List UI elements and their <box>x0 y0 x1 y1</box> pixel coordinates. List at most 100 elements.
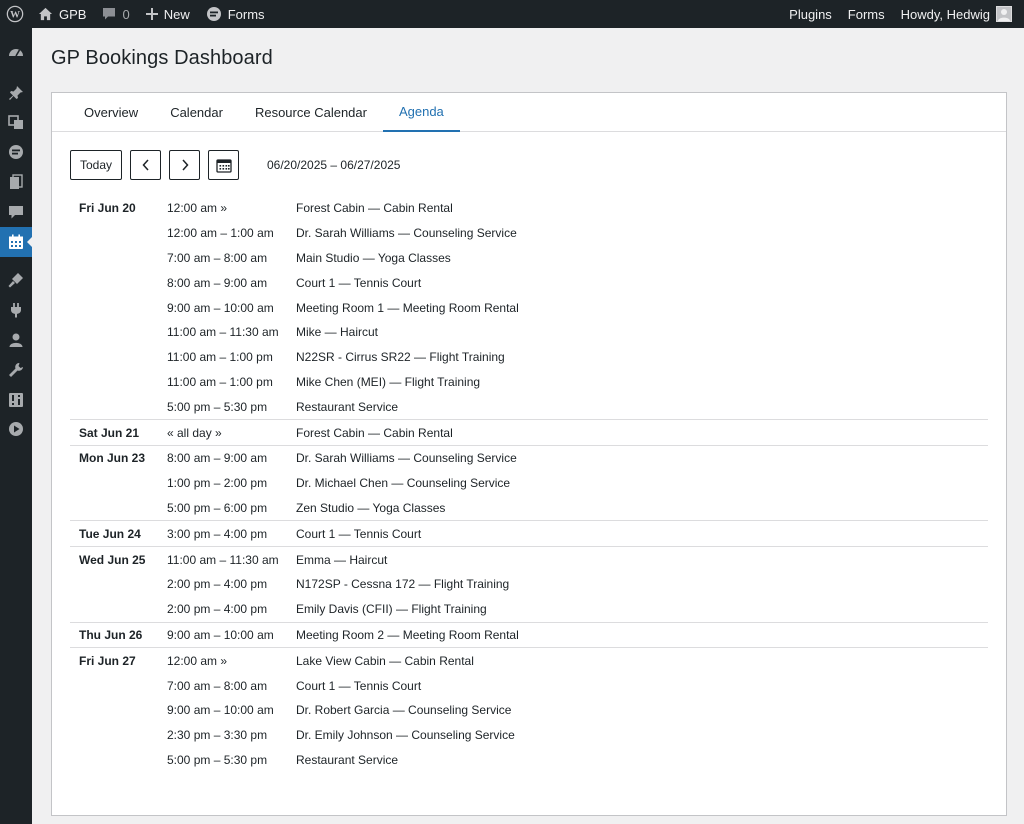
agenda-day-label: Fri Jun 27 <box>79 653 136 668</box>
admin-side-menu <box>0 28 33 824</box>
agenda-day-label: Sat Jun 21 <box>79 425 140 440</box>
agenda-event-row[interactable]: Sat Jun 21 « all day » Forest Cabin — Cabi… <box>70 420 988 445</box>
site-name-link[interactable]: GPB <box>30 0 94 28</box>
tab-agenda[interactable]: Agenda <box>382 93 460 132</box>
agenda-event-title[interactable]: Dr. Emily Johnson — Counseling Service <box>296 728 988 742</box>
play-icon[interactable] <box>8 421 24 437</box>
agenda-event-title[interactable]: Zen Studio — Yoga Classes <box>296 501 988 515</box>
agenda-event-row[interactable]: 2:30 pm – 3:30 pm Dr. Emily Johnson — Cou… <box>70 723 988 748</box>
forms-icon[interactable] <box>8 144 24 160</box>
appearance-icon[interactable] <box>8 272 24 288</box>
agenda-event-time: 9:00 am – 10:00 am <box>167 703 274 718</box>
agenda-event-title[interactable]: Meeting Room 2 — Meeting Room Rental <box>296 628 988 642</box>
agenda-day-label: Fri Jun 20 <box>79 201 136 216</box>
agenda-event-title[interactable]: Dr. Robert Garcia — Counseling Service <box>296 703 988 717</box>
agenda-event-row[interactable]: 1:00 pm – 2:00 pm Dr. Michael Chen — Coun… <box>70 471 988 496</box>
plugins-link[interactable]: Plugins <box>781 0 840 28</box>
agenda-event-title[interactable]: Mike — Haircut <box>296 325 988 339</box>
agenda-event-title[interactable]: Restaurant Service <box>296 753 988 767</box>
agenda-event-title[interactable]: Forest Cabin — Cabin Rental <box>296 201 988 215</box>
agenda-event-title[interactable]: N172SP - Cessna 172 — Flight Training <box>296 577 988 591</box>
agenda-day-group: Fri Jun 20 12:00 am » Forest Cabin — Cabin… <box>70 196 988 421</box>
comments-link[interactable]: 0 <box>94 0 137 28</box>
forms-label: Forms <box>227 6 265 22</box>
user-account-menu[interactable]: Howdy, Hedwig <box>893 0 1020 28</box>
agenda-event-row[interactable]: 7:00 am – 8:00 am Court 1 — Tennis Court <box>70 673 988 698</box>
agenda-event-row[interactable]: Fri Jun 20 12:00 am » Forest Cabin — Cabin… <box>70 196 988 221</box>
tools-icon[interactable] <box>8 362 24 378</box>
agenda-event-title[interactable]: Mike Chen (MEI) — Flight Training <box>296 375 988 389</box>
agenda-day-label: Mon Jun 23 <box>79 451 146 466</box>
agenda-event-row[interactable]: 11:00 am – 1:00 pm N22SR - Cirrus SR22 — … <box>70 345 988 370</box>
bookings-calendar-icon[interactable] <box>8 234 24 250</box>
agenda-event-row[interactable]: 11:00 am – 1:00 pm Mike Chen (MEI) — Flig… <box>70 370 988 395</box>
agenda-event-row[interactable]: 8:00 am – 9:00 am Court 1 — Tennis Court <box>70 270 988 295</box>
agenda-event-title[interactable]: Court 1 — Tennis Court <box>296 679 988 693</box>
agenda-event-title[interactable]: Dr. Sarah Williams — Counseling Service <box>296 226 988 240</box>
agenda-day-group: Tue Jun 24 3:00 pm – 4:00 pm Court 1 — Ten… <box>70 521 988 548</box>
tab-overview[interactable]: Overview <box>68 93 154 132</box>
agenda-event-row[interactable]: Fri Jun 27 12:00 am » Lake View Cabin — Ca… <box>70 648 988 673</box>
agenda-event-title[interactable]: Court 1 — Tennis Court <box>296 527 988 541</box>
agenda-event-title[interactable]: N22SR - Cirrus SR22 — Flight Training <box>296 350 988 364</box>
agenda-event-row[interactable]: Tue Jun 24 3:00 pm – 4:00 pm Court 1 — Ten… <box>70 521 988 546</box>
tab-resource-calendar[interactable]: Resource Calendar <box>239 93 383 132</box>
agenda-event-time: 11:00 am – 11:30 am <box>167 325 279 340</box>
agenda-event-title[interactable]: Court 1 — Tennis Court <box>296 276 988 290</box>
avatar <box>996 6 1012 22</box>
new-label: New <box>163 6 190 22</box>
agenda-day-label: Thu Jun 26 <box>79 627 143 642</box>
previous-week-button[interactable] <box>130 150 161 180</box>
comment-bubble-icon <box>103 8 116 20</box>
dashboard-icon[interactable] <box>8 44 24 60</box>
tab-calendar[interactable]: Calendar <box>154 93 239 132</box>
agenda-event-row[interactable]: Mon Jun 23 8:00 am – 9:00 am Dr. Sarah Wil… <box>70 446 988 471</box>
pin-icon[interactable] <box>8 85 24 101</box>
wordpress-logo-icon[interactable]: W <box>0 0 30 28</box>
agenda-event-row[interactable]: Thu Jun 26 9:00 am – 10:00 am Meeting Room… <box>70 623 988 648</box>
media-icon[interactable] <box>8 114 24 130</box>
agenda-event-row[interactable]: 9:00 am – 10:00 am Dr. Robert Garcia — Co… <box>70 698 988 723</box>
today-button[interactable]: Today <box>70 150 122 180</box>
agenda-event-title[interactable]: Forest Cabin — Cabin Rental <box>296 426 988 440</box>
agenda-event-time: 11:00 am – 1:00 pm <box>167 350 273 365</box>
forms-link[interactable]: Forms <box>198 0 273 28</box>
settings-icon[interactable] <box>8 392 24 408</box>
agenda-event-title[interactable]: Emma — Haircut <box>296 553 988 567</box>
agenda-event-time: 3:00 pm – 4:00 pm <box>167 526 268 541</box>
agenda-event-time: « all day » <box>167 425 222 440</box>
agenda-event-row[interactable]: 11:00 am – 11:30 am Mike — Haircut <box>70 320 988 345</box>
agenda-event-title[interactable]: Restaurant Service <box>296 400 988 414</box>
agenda-day-group: Mon Jun 23 8:00 am – 9:00 am Dr. Sarah Wil… <box>70 446 988 522</box>
agenda-day-group: Thu Jun 26 9:00 am – 10:00 am Meeting Room… <box>70 623 988 649</box>
agenda-event-row[interactable]: 5:00 pm – 5:30 pm Restaurant Service <box>70 748 988 773</box>
agenda-event-title[interactable]: Dr. Michael Chen — Counseling Service <box>296 476 988 490</box>
date-picker-button[interactable] <box>208 150 239 180</box>
agenda-event-time: 5:00 pm – 5:30 pm <box>167 752 268 767</box>
agenda-event-row[interactable]: 5:00 pm – 5:30 pm Restaurant Service <box>70 394 988 419</box>
next-week-button[interactable] <box>169 150 200 180</box>
agenda-event-row[interactable]: 2:00 pm – 4:00 pm N172SP - Cessna 172 — F… <box>70 572 988 597</box>
agenda-event-title[interactable]: Main Studio — Yoga Classes <box>296 251 988 265</box>
agenda-event-title[interactable]: Lake View Cabin — Cabin Rental <box>296 654 988 668</box>
page-title: GP Bookings Dashboard <box>51 47 273 69</box>
forms-right-link[interactable]: Forms <box>840 0 893 28</box>
agenda-event-time: 2:30 pm – 3:30 pm <box>167 728 268 743</box>
plugins-icon[interactable] <box>8 302 24 318</box>
pages-icon[interactable] <box>8 174 24 190</box>
agenda-event-row[interactable]: Wed Jun 25 11:00 am – 11:30 am Emma — Hair… <box>70 547 988 572</box>
agenda-event-row[interactable]: 12:00 am – 1:00 am Dr. Sarah Williams — C… <box>70 221 988 246</box>
users-icon[interactable] <box>8 332 24 348</box>
forms-right-label: Forms <box>847 6 885 22</box>
agenda-event-title[interactable]: Dr. Sarah Williams — Counseling Service <box>296 451 988 465</box>
comments-icon[interactable] <box>8 204 24 220</box>
agenda-event-title[interactable]: Meeting Room 1 — Meeting Room Rental <box>296 301 988 315</box>
new-content-link[interactable]: New <box>138 0 198 28</box>
agenda-event-row[interactable]: 5:00 pm – 6:00 pm Zen Studio — Yoga Class… <box>70 496 988 521</box>
agenda-event-row[interactable]: 7:00 am – 8:00 am Main Studio — Yoga Clas… <box>70 246 988 271</box>
avatar-silhouette-icon <box>998 9 1010 21</box>
agenda-event-title[interactable]: Emily Davis (CFII) — Flight Training <box>296 602 988 616</box>
agenda-event-row[interactable]: 2:00 pm – 4:00 pm Emily Davis (CFII) — Fl… <box>70 597 988 622</box>
agenda-event-time: 12:00 am » <box>167 653 228 668</box>
agenda-event-row[interactable]: 9:00 am – 10:00 am Meeting Room 1 — Meeti… <box>70 295 988 320</box>
